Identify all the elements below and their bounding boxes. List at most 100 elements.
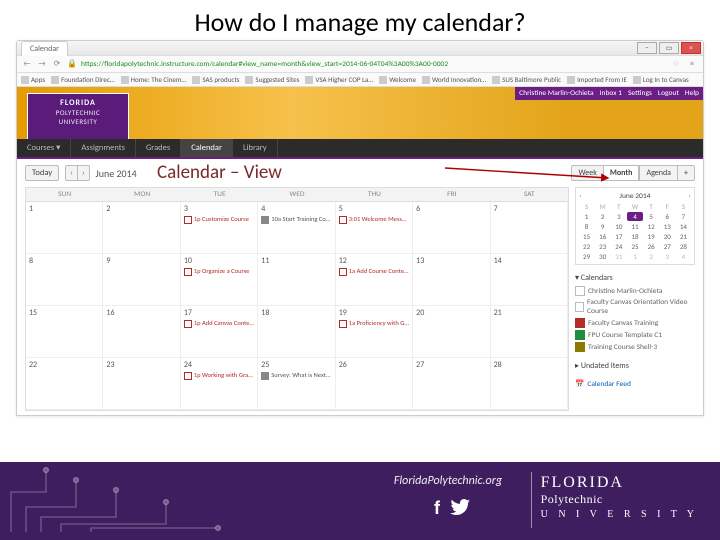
calendar-cell[interactable]: 25Survey: What is Next Too…	[258, 358, 335, 410]
mini-day[interactable]: 1	[579, 212, 594, 221]
mini-day[interactable]: 16	[595, 232, 610, 241]
mini-day[interactable]: 9	[595, 222, 610, 231]
mini-day[interactable]: 21	[676, 232, 691, 241]
prev-month-button[interactable]: ‹	[65, 165, 77, 181]
mini-day[interactable]: 29	[579, 252, 594, 261]
bookmark-item[interactable]: VSA Higher COP La…	[305, 75, 373, 84]
nav-library[interactable]: Library	[233, 139, 278, 157]
bookmark-item[interactable]: SUS Baltimore Public	[492, 75, 561, 84]
view-week[interactable]: Week	[571, 165, 603, 181]
calendar-cell[interactable]: 28	[491, 358, 568, 410]
mini-day[interactable]: 28	[676, 242, 691, 251]
mini-day[interactable]: 13	[660, 222, 675, 231]
calendar-event[interactable]: 1p Customize Course	[184, 215, 254, 223]
mini-day[interactable]: 17	[611, 232, 626, 241]
address-bar[interactable]: https://floridapolytechnic.instructure.c…	[81, 60, 667, 69]
mini-day[interactable]: 25	[627, 242, 642, 251]
bookmark-item[interactable]: Home: The Cinem…	[121, 75, 187, 84]
nav-assignments[interactable]: Assignments	[71, 139, 136, 157]
reload-button[interactable]: ⟳	[51, 58, 63, 70]
legend-item[interactable]: Faculty Canvas Orientation Video Course	[575, 297, 695, 317]
calendar-cell[interactable]: 16	[103, 306, 180, 358]
legend-item[interactable]: Training Course Shell-3	[575, 341, 695, 353]
view-month[interactable]: Month	[604, 165, 640, 181]
calendar-cell[interactable]: 101p Organize a Course	[181, 254, 258, 306]
mini-day[interactable]: 4	[676, 252, 691, 261]
mini-day[interactable]: 2	[595, 212, 610, 221]
calendar-cell[interactable]: 2	[103, 202, 180, 254]
calendar-event[interactable]: 1a Proficiency with Grades and Analytic …	[339, 319, 409, 327]
mini-prev-button[interactable]: ‹	[579, 192, 582, 201]
calendar-cell[interactable]: 7	[491, 202, 568, 254]
mini-day[interactable]: 2	[644, 252, 659, 261]
minimize-button[interactable]: –	[637, 42, 657, 54]
calendar-cell[interactable]: 15	[26, 306, 103, 358]
bookmark-item[interactable]: Foundation Direc…	[51, 75, 115, 84]
nav-calendar[interactable]: Calendar	[181, 139, 233, 157]
view-agenda[interactable]: Agenda	[639, 165, 678, 181]
calendar-cell[interactable]: 26	[336, 358, 413, 410]
mini-day[interactable]: 18	[627, 232, 642, 241]
add-event-button[interactable]: +	[678, 165, 695, 181]
calendar-cell[interactable]: 31p Customize Course	[181, 202, 258, 254]
facebook-icon[interactable]: f	[434, 498, 440, 520]
mini-day[interactable]: 30	[595, 252, 610, 261]
calendar-event[interactable]: 1p Add Canvas Content	[184, 319, 254, 327]
calendar-cell[interactable]: 13	[413, 254, 490, 306]
calendar-feed-link[interactable]: 📅 Calendar Feed	[575, 379, 695, 389]
calendar-cell[interactable]: 27	[413, 358, 490, 410]
mini-day[interactable]: 23	[595, 242, 610, 251]
calendar-event[interactable]: 10a Start Training Course Shell-3	[261, 215, 331, 223]
mini-day[interactable]: 26	[644, 242, 659, 251]
calendar-cell[interactable]: 22	[26, 358, 103, 410]
bookmark-item[interactable]: World Innovation…	[422, 75, 486, 84]
mini-day[interactable]: 3	[611, 212, 626, 221]
mini-day[interactable]: 6	[660, 212, 675, 221]
mini-day[interactable]: 31	[611, 252, 626, 261]
calendar-cell[interactable]: 121a Add Course Content	[336, 254, 413, 306]
calendar-event[interactable]: Survey: What is Next Too…	[261, 371, 331, 379]
back-button[interactable]: ←	[21, 58, 33, 70]
calendar-event[interactable]: 1a Add Course Content	[339, 267, 409, 275]
calendar-cell[interactable]: 6	[413, 202, 490, 254]
mini-day[interactable]: 20	[660, 232, 675, 241]
forward-button[interactable]: →	[36, 58, 48, 70]
bookmark-item[interactable]: Welcome	[379, 75, 416, 84]
mini-day[interactable]: 14	[676, 222, 691, 231]
calendar-cell[interactable]: 20	[413, 306, 490, 358]
legend-item[interactable]: FPU Course Template C1	[575, 329, 695, 341]
mini-day[interactable]: 8	[579, 222, 594, 231]
calendar-cell[interactable]: 9	[103, 254, 180, 306]
logout-link[interactable]: Logout	[658, 89, 679, 98]
calendar-cell[interactable]: 23	[103, 358, 180, 410]
chrome-menu-icon[interactable]: ≡	[685, 58, 699, 70]
mini-day[interactable]: 3	[660, 252, 675, 261]
mini-next-button[interactable]: ›	[688, 192, 691, 201]
calendar-cell[interactable]: 8	[26, 254, 103, 306]
mini-day[interactable]: 24	[611, 242, 626, 251]
mini-day[interactable]: 5	[644, 212, 659, 221]
nav-grades[interactable]: Grades	[136, 139, 181, 157]
user-name[interactable]: Christine Marlin-Ochieta	[519, 89, 593, 98]
mini-day[interactable]: 19	[644, 232, 659, 241]
calendars-toggle[interactable]: ▾ Calendars	[575, 271, 695, 285]
close-button[interactable]: ×	[681, 42, 701, 54]
bookmark-item[interactable]: Apps	[21, 75, 45, 84]
next-month-button[interactable]: ›	[77, 165, 90, 181]
bookmark-item[interactable]: Suggested Sites	[245, 75, 299, 84]
mini-day[interactable]: 1	[627, 252, 642, 261]
help-link[interactable]: Help	[685, 89, 699, 98]
nav-courses[interactable]: Courses ▾	[17, 139, 71, 157]
calendar-event[interactable]: 1p Organize a Course	[184, 267, 254, 275]
legend-item[interactable]: Christine Marlin-Ochieta	[575, 285, 695, 297]
mini-day[interactable]: 15	[579, 232, 594, 241]
mini-day[interactable]: 12	[644, 222, 659, 231]
site-logo[interactable]: FLORIDA POLYTECHNIC UNIVERSITY	[27, 93, 129, 141]
calendar-cell[interactable]: 241p Working with Grades and…	[181, 358, 258, 410]
mini-day[interactable]: 7	[676, 212, 691, 221]
bookmark-star-icon[interactable]: ☆	[670, 58, 682, 70]
inbox-link[interactable]: Inbox 1	[600, 89, 622, 98]
bookmark-item[interactable]: Imported From IE	[567, 75, 627, 84]
maximize-button[interactable]: ▭	[659, 42, 679, 54]
bookmark-item[interactable]: SAS products	[192, 75, 239, 84]
